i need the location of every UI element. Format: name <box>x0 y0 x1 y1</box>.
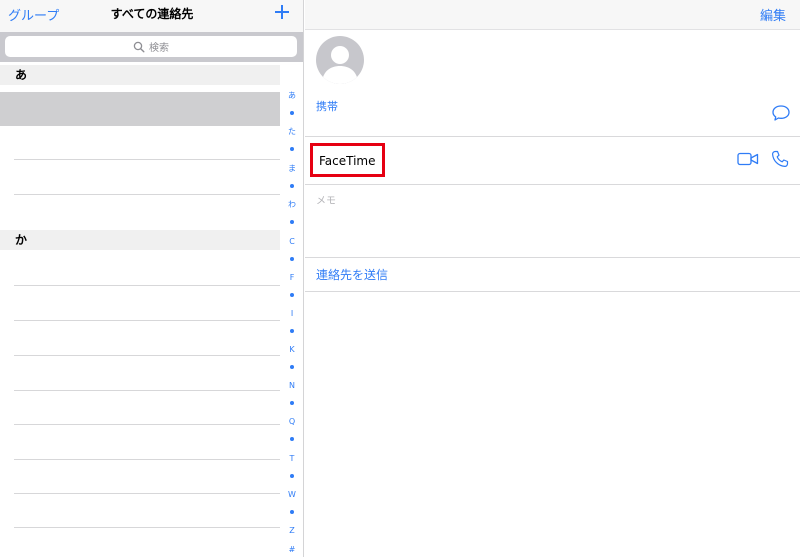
avatar <box>316 36 364 84</box>
index-letter[interactable]: I <box>283 309 301 319</box>
index-letter[interactable]: F <box>283 273 301 283</box>
index-letter[interactable]: ま <box>283 164 301 174</box>
list-navigation-bar: グループ すべての連絡先 <box>0 0 303 32</box>
list-title: すべての連絡先 <box>110 7 194 21</box>
index-letter[interactable]: C <box>283 237 301 247</box>
phone-icon[interactable] <box>771 150 789 168</box>
search-input[interactable]: 検索 <box>5 36 297 57</box>
index-letter[interactable]: W <box>283 490 301 500</box>
section-header: か <box>0 230 280 250</box>
section-index-bar[interactable]: あ た ま わ C F I K N Q T W Z # <box>283 88 301 557</box>
row-separator <box>14 194 280 195</box>
index-dot <box>290 329 294 333</box>
index-dot <box>290 474 294 478</box>
index-letter[interactable]: K <box>283 345 301 355</box>
index-dot <box>290 510 294 514</box>
row-separator <box>14 159 280 160</box>
divider <box>305 184 800 185</box>
row-separator <box>14 527 280 528</box>
divider <box>305 257 800 258</box>
search-icon <box>133 41 145 53</box>
index-dot <box>290 184 294 188</box>
detail-navigation-bar: 編集 <box>305 0 800 30</box>
index-letter[interactable]: わ <box>283 200 301 210</box>
memo-field[interactable]: メモ <box>316 192 336 207</box>
index-dot <box>290 220 294 224</box>
mobile-label: 携帯 <box>316 100 338 113</box>
section-header: あ <box>0 65 280 85</box>
row-separator <box>14 459 280 460</box>
row-separator <box>14 390 280 391</box>
index-letter[interactable]: あ <box>283 91 301 101</box>
divider <box>305 136 800 137</box>
row-separator <box>14 355 280 356</box>
contact-detail-panel: 編集 携帯 FaceTime メモ 連絡先を送信 <box>305 0 800 557</box>
index-letter[interactable]: Q <box>283 417 301 427</box>
index-dot <box>290 257 294 261</box>
index-letter[interactable]: Z <box>283 526 301 536</box>
row-separator <box>14 493 280 494</box>
index-dot <box>290 111 294 115</box>
contacts-list-panel: グループ すべての連絡先 検索 あ か あ た ま わ C F I K N Q … <box>0 0 304 557</box>
index-dot <box>290 147 294 151</box>
facetime-highlight-box: FaceTime <box>310 143 385 177</box>
index-dot <box>290 401 294 405</box>
index-letter[interactable]: N <box>283 381 301 391</box>
index-dot <box>290 365 294 369</box>
row-separator <box>14 320 280 321</box>
index-dot <box>290 437 294 441</box>
facetime-label: FaceTime <box>319 154 376 168</box>
row-separator <box>14 424 280 425</box>
video-call-icon[interactable] <box>737 152 759 166</box>
edit-button[interactable]: 編集 <box>760 5 786 24</box>
contact-row-selected[interactable] <box>0 92 280 126</box>
message-icon[interactable] <box>771 104 791 122</box>
search-placeholder: 検索 <box>149 43 169 54</box>
index-letter[interactable]: た <box>283 127 301 137</box>
index-letter[interactable]: # <box>283 545 301 555</box>
person-silhouette-icon <box>322 46 358 84</box>
send-contact-button[interactable]: 連絡先を送信 <box>316 266 388 283</box>
divider <box>305 291 800 292</box>
index-letter[interactable]: T <box>283 454 301 464</box>
add-contact-button[interactable] <box>272 0 292 24</box>
search-bar: 検索 <box>0 32 303 62</box>
index-dot <box>290 293 294 297</box>
row-separator <box>14 285 280 286</box>
